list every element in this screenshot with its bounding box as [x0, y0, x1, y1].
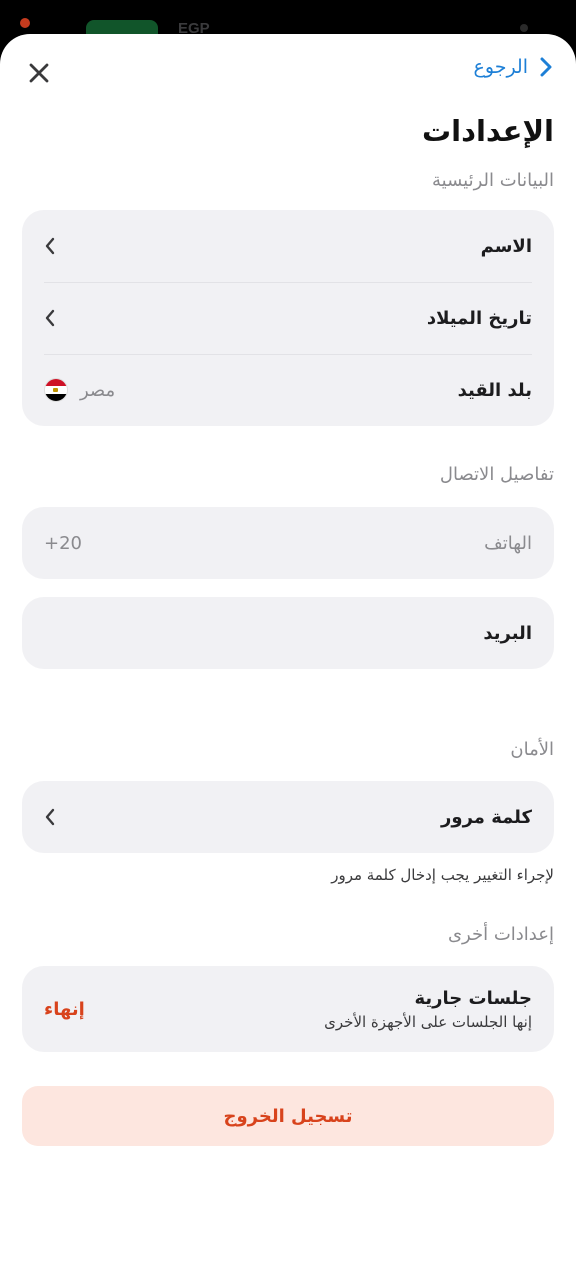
main-data-card: الاسم تاريخ الميلاد بلد القيد مصر [22, 210, 554, 426]
egypt-flag-icon [44, 378, 68, 402]
country-row: بلد القيد مصر [22, 354, 554, 426]
sessions-card: جلسات جارية إنها الجلسات على الأجهزة الأ… [22, 966, 554, 1052]
chevron-left-icon [45, 808, 55, 826]
sessions-row: جلسات جارية إنها الجلسات على الأجهزة الأ… [22, 966, 554, 1052]
section-label-security: الأمان [510, 739, 554, 760]
section-label-main: البيانات الرئيسية [432, 170, 554, 191]
password-row[interactable]: كلمة مرور [22, 781, 554, 853]
password-helper-text: لإجراء التغيير يجب إدخال كلمة مرور [331, 866, 554, 884]
section-label-other: إعدادات أخرى [447, 924, 554, 945]
phone-label: الهاتف [484, 532, 532, 554]
sessions-label: جلسات جارية [414, 987, 532, 1009]
close-icon[interactable] [26, 60, 52, 86]
section-label-contact: تفاصيل الاتصال [439, 464, 554, 485]
name-row[interactable]: الاسم [22, 210, 554, 282]
sessions-text: جلسات جارية إنها الجلسات على الأجهزة الأ… [324, 988, 532, 1031]
password-card[interactable]: كلمة مرور [22, 781, 554, 853]
notification-dot [20, 18, 30, 28]
settings-sheet: الرجوع الإعدادات البيانات الرئيسية الاسم… [0, 34, 576, 1280]
sessions-sub: إنها الجلسات على الأجهزة الأخرى [324, 1012, 532, 1031]
password-label: كلمة مرور [441, 806, 532, 828]
birthdate-label: تاريخ الميلاد [426, 307, 532, 329]
country-value: مصر [80, 379, 116, 401]
back-label: الرجوع [473, 56, 528, 78]
email-card[interactable]: البريد [22, 597, 554, 669]
email-row[interactable]: البريد [22, 597, 554, 669]
chevron-left-icon [45, 309, 55, 327]
phone-row[interactable]: الهاتف +20 [22, 507, 554, 579]
end-sessions-button[interactable]: إنهاء [44, 999, 85, 1020]
background-dot [520, 24, 528, 32]
chevron-right-icon [540, 57, 552, 77]
top-bar: الرجوع [22, 56, 554, 90]
page-title: الإعدادات [421, 114, 554, 148]
phone-card[interactable]: الهاتف +20 [22, 507, 554, 579]
chevron-left-icon [45, 237, 55, 255]
email-label: البريد [483, 622, 532, 644]
name-label: الاسم [480, 235, 532, 257]
country-label: بلد القيد [457, 379, 532, 401]
birthdate-row[interactable]: تاريخ الميلاد [22, 282, 554, 354]
back-button[interactable]: الرجوع [474, 56, 554, 78]
logout-button[interactable]: تسجيل الخروج [22, 1086, 554, 1146]
phone-prefix: +20 [44, 532, 82, 554]
